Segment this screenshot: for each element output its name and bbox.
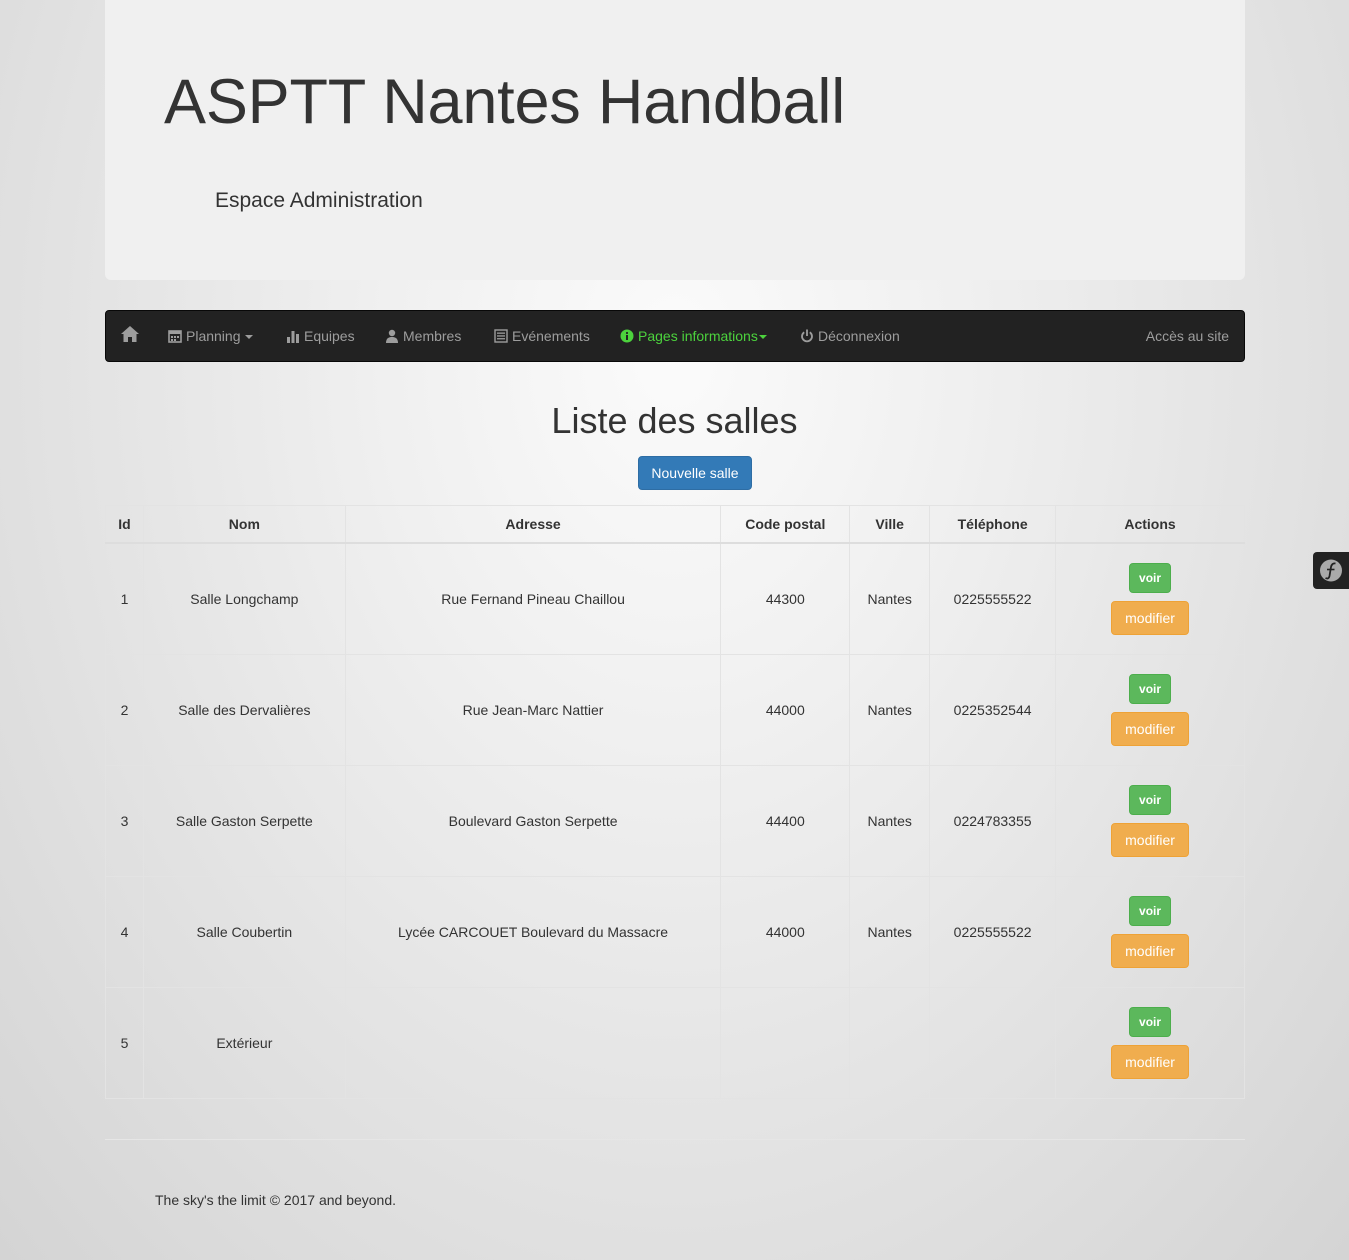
cell-nom: Salle Coubertin: [142, 876, 346, 988]
home-icon: [120, 326, 144, 344]
footer-divider: [105, 1139, 1245, 1140]
symfony-icon: [1313, 559, 1349, 593]
cell-id[interactable]: 3: [105, 765, 144, 877]
new-salle-button[interactable]: Nouvelle salle: [638, 456, 752, 490]
cell-id[interactable]: 4: [105, 876, 144, 988]
nav-membres[interactable]: Membres: [385, 311, 461, 361]
cell-telephone: 0224783355: [929, 765, 1057, 877]
cell-telephone: 0225352544: [929, 654, 1057, 766]
voir-button[interactable]: voir: [1129, 896, 1172, 926]
voir-button[interactable]: voir: [1129, 674, 1172, 704]
voir-button[interactable]: voir: [1129, 563, 1172, 593]
cell-nom: Salle Gaston Serpette: [142, 765, 346, 877]
table-header-row: Id Nom Adresse Code postal Ville Télépho…: [105, 505, 1245, 544]
cell-telephone: [929, 987, 1057, 1099]
cell-telephone: 0225555522: [929, 876, 1057, 988]
site-title: ASPTT Nantes Handball: [164, 67, 845, 137]
cell-ville: Nantes: [849, 876, 931, 988]
stats-icon: [286, 328, 304, 344]
column-header-adresse: Adresse: [344, 505, 722, 544]
column-header-nom: Nom: [142, 505, 346, 544]
salles-table: Id Nom Adresse Code postal Ville Télépho…: [105, 505, 1245, 1099]
symfony-toolbar-toggle[interactable]: [1313, 552, 1349, 589]
nav-planning[interactable]: Planning: [168, 311, 253, 361]
power-icon: [800, 328, 818, 344]
cell-actions: voir modifier: [1055, 987, 1245, 1099]
cell-actions: voir modifier: [1055, 765, 1245, 877]
cell-actions: voir modifier: [1055, 876, 1245, 988]
cell-ville: Nantes: [849, 765, 931, 877]
table-row: 5 Extérieur voir modifier: [105, 987, 1245, 1099]
info-icon: [620, 328, 638, 344]
chevron-down-icon: [244, 335, 253, 339]
page-title: Liste des salles: [551, 400, 798, 441]
cell-adresse: Rue Fernand Pineau Chaillou: [344, 542, 722, 655]
cell-id[interactable]: 1: [105, 542, 144, 655]
nav-deconnexion-label: Déconnexion: [818, 328, 900, 344]
table-row: 1 Salle Longchamp Rue Fernand Pineau Cha…: [105, 542, 1245, 655]
cell-telephone: 0225555522: [929, 542, 1057, 655]
cell-code-postal: 44000: [720, 654, 851, 766]
column-header-telephone: Téléphone: [929, 505, 1057, 544]
calendar-icon: [168, 328, 186, 344]
cell-adresse: Rue Jean-Marc Nattier: [344, 654, 722, 766]
table-row: 3 Salle Gaston Serpette Boulevard Gaston…: [105, 765, 1245, 877]
nav-deconnexion[interactable]: Déconnexion: [800, 311, 900, 361]
site-subtitle: Espace Administration: [215, 189, 423, 212]
table-row: 4 Salle Coubertin Lycée CARCOUET Bouleva…: [105, 876, 1245, 988]
nav-equipes-label: Equipes: [304, 328, 355, 344]
navbar: Planning Equipes Membres Evénements Page…: [105, 310, 1245, 362]
nav-evenements-label: Evénements: [512, 328, 590, 344]
nav-home[interactable]: [120, 311, 144, 361]
cell-ville: Nantes: [849, 654, 931, 766]
cell-code-postal: 44300: [720, 542, 851, 655]
nav-planning-label: Planning: [186, 328, 241, 344]
jumbotron: ASPTT Nantes Handball Espace Administrat…: [105, 0, 1245, 280]
chevron-down-icon: [758, 335, 767, 339]
nav-membres-label: Membres: [403, 328, 462, 344]
cell-adresse: [344, 987, 722, 1099]
column-header-actions: Actions: [1055, 505, 1245, 544]
modifier-button[interactable]: modifier: [1111, 712, 1190, 746]
modifier-button[interactable]: modifier: [1111, 1045, 1190, 1079]
modifier-button[interactable]: modifier: [1111, 823, 1190, 857]
voir-button[interactable]: voir: [1129, 1007, 1172, 1037]
footer-text: The sky's the limit © 2017 and beyond.: [155, 1192, 397, 1208]
cell-code-postal: 44400: [720, 765, 851, 877]
cell-id[interactable]: 2: [105, 654, 144, 766]
nav-pages-informations[interactable]: Pages informations: [620, 311, 767, 361]
nav-evenements[interactable]: Evénements: [494, 311, 590, 361]
cell-code-postal: 44000: [720, 876, 851, 988]
table-row: 2 Salle des Dervalières Rue Jean-Marc Na…: [105, 654, 1245, 766]
cell-nom: Salle des Dervalières: [142, 654, 346, 766]
cell-actions: voir modifier: [1055, 654, 1245, 766]
cell-nom: Extérieur: [142, 987, 346, 1099]
voir-button[interactable]: voir: [1129, 785, 1172, 815]
column-header-id: Id: [105, 505, 144, 544]
column-header-code-postal: Code postal: [720, 505, 851, 544]
cell-ville: Nantes: [849, 542, 931, 655]
nav-acces-site[interactable]: Accès au site: [1146, 311, 1229, 361]
cell-adresse: Boulevard Gaston Serpette: [344, 765, 722, 877]
nav-pages-informations-label: Pages informations: [638, 328, 758, 344]
user-icon: [385, 328, 403, 344]
nav-equipes[interactable]: Equipes: [286, 311, 355, 361]
modifier-button[interactable]: modifier: [1111, 934, 1190, 968]
cell-id[interactable]: 5: [105, 987, 144, 1099]
list-icon: [494, 328, 512, 344]
cell-actions: voir modifier: [1055, 542, 1245, 655]
cell-code-postal: [720, 987, 851, 1099]
modifier-button[interactable]: modifier: [1111, 601, 1190, 635]
cell-ville: [849, 987, 931, 1099]
cell-adresse: Lycée CARCOUET Boulevard du Massacre: [344, 876, 722, 988]
cell-nom: Salle Longchamp: [142, 542, 346, 655]
column-header-ville: Ville: [849, 505, 931, 544]
